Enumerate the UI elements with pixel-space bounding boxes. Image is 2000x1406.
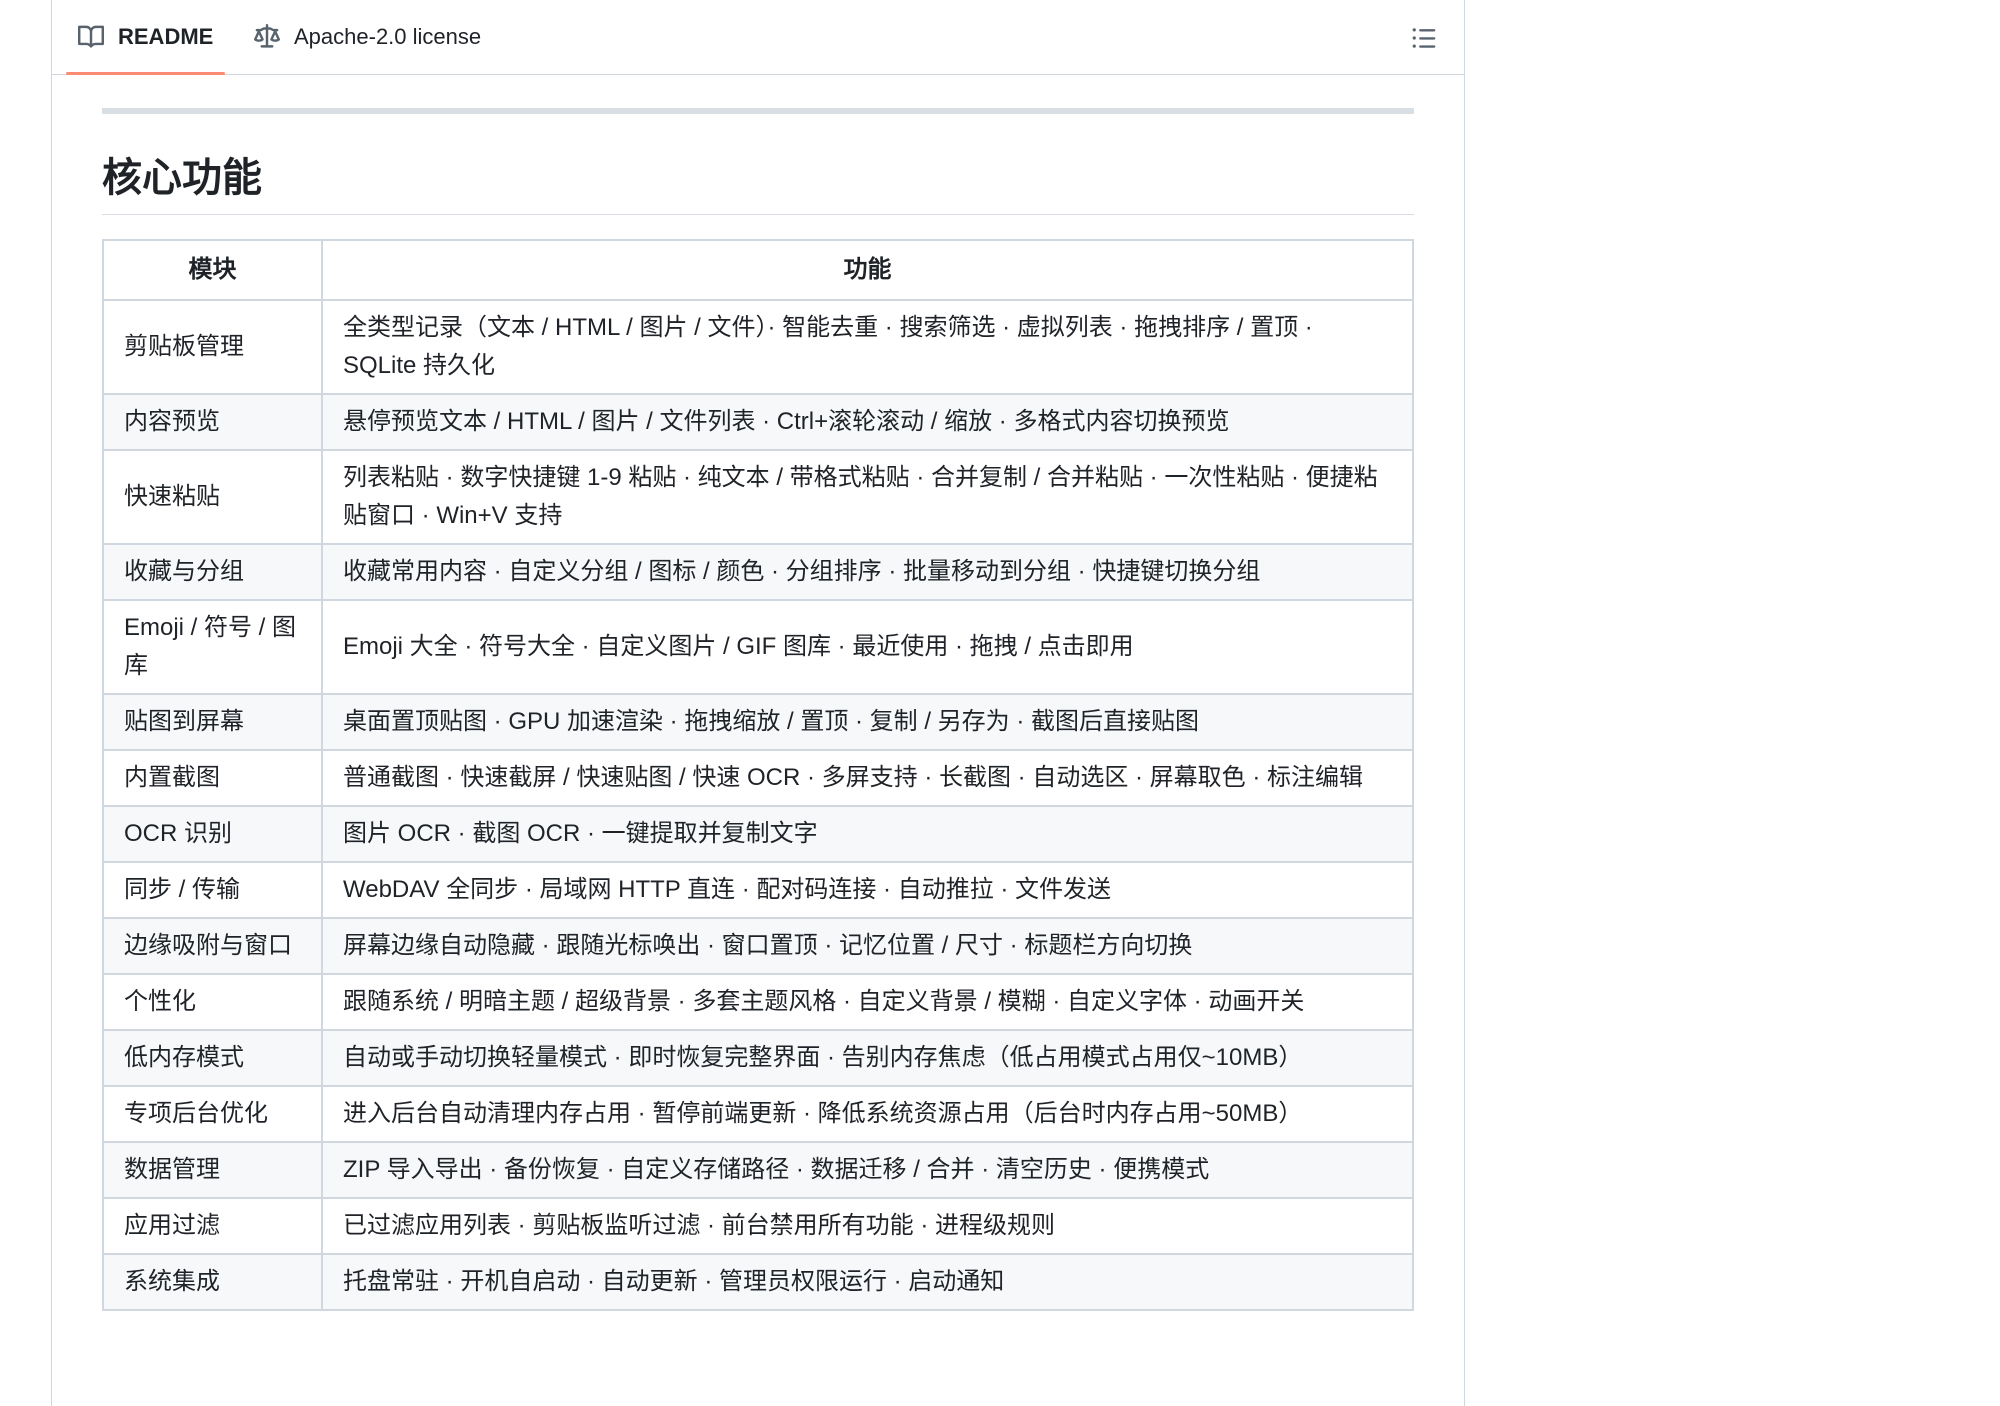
table-cell-module: 低内存模式: [102, 1029, 323, 1087]
table-cell-features: 图片 OCR · 截图 OCR · 一键提取并复制文字: [321, 805, 1414, 863]
table-cell-features: 已过滤应用列表 · 剪贴板监听过滤 · 前台禁用所有功能 · 进程级规则: [321, 1197, 1414, 1255]
table-cell-module: 边缘吸附与窗口: [102, 917, 323, 975]
table-header-module: 模块: [102, 239, 323, 301]
table-cell-module: 贴图到屏幕: [102, 693, 323, 751]
table-row: 贴图到屏幕 桌面置顶贴图 · GPU 加速渲染 · 拖拽缩放 / 置顶 · 复制 …: [102, 693, 1414, 751]
outline-button[interactable]: [1408, 22, 1440, 54]
table-cell-module: 内容预览: [102, 393, 323, 451]
table-cell-module: 快速粘贴: [102, 449, 323, 545]
law-icon: [254, 24, 280, 48]
table-row: 系统集成 托盘常驻 · 开机自启动 · 自动更新 · 管理员权限运行 · 启动通知: [102, 1253, 1414, 1311]
book-icon: [78, 25, 104, 48]
table-cell-features: 普通截图 · 快速截屏 / 快速贴图 / 快速 OCR · 多屏支持 · 长截图…: [321, 749, 1414, 807]
readme-panel: README Apache-2.0 license 核心功能 模块 功能 剪贴板…: [51, 0, 1465, 1406]
table-cell-module: 同步 / 传输: [102, 861, 323, 919]
table-cell-features: 自动或手动切换轻量模式 · 即时恢复完整界面 · 告别内存焦虑（低占用模式占用仅…: [321, 1029, 1414, 1087]
horizontal-rule: [102, 108, 1414, 114]
table-cell-features: 跟随系统 / 明暗主题 / 超级背景 · 多套主题风格 · 自定义背景 / 模糊…: [321, 973, 1414, 1031]
table-cell-module: 专项后台优化: [102, 1085, 323, 1143]
table-row: Emoji / 符号 / 图库 Emoji 大全 · 符号大全 · 自定义图片 /…: [102, 599, 1414, 695]
table-cell-features: 全类型记录（文本 / HTML / 图片 / 文件）· 智能去重 · 搜索筛选 …: [321, 299, 1414, 395]
table-row: 数据管理 ZIP 导入导出 · 备份恢复 · 自定义存储路径 · 数据迁移 / 合…: [102, 1141, 1414, 1199]
tab-license[interactable]: Apache-2.0 license: [242, 0, 493, 74]
features-table: 模块 功能 剪贴板管理 全类型记录（文本 / HTML / 图片 / 文件）· 智…: [102, 239, 1414, 1311]
table-cell-module: 收藏与分组: [102, 543, 323, 601]
table-row: 低内存模式 自动或手动切换轻量模式 · 即时恢复完整界面 · 告别内存焦虑（低占用…: [102, 1029, 1414, 1087]
table-cell-features: 进入后台自动清理内存占用 · 暂停前端更新 · 降低系统资源占用（后台时内存占用…: [321, 1085, 1414, 1143]
table-row: 同步 / 传输 WebDAV 全同步 · 局域网 HTTP 直连 · 配对码连接 …: [102, 861, 1414, 919]
readme-content: 核心功能 模块 功能 剪贴板管理 全类型记录（文本 / HTML / 图片 / 文…: [102, 108, 1414, 1311]
table-row: 剪贴板管理 全类型记录（文本 / HTML / 图片 / 文件）· 智能去重 · …: [102, 299, 1414, 395]
table-row: 边缘吸附与窗口 屏幕边缘自动隐藏 · 跟随光标唤出 · 窗口置顶 · 记忆位置 /…: [102, 917, 1414, 975]
table-row: OCR 识别 图片 OCR · 截图 OCR · 一键提取并复制文字: [102, 805, 1414, 863]
table-row: 专项后台优化 进入后台自动清理内存占用 · 暂停前端更新 · 降低系统资源占用（后…: [102, 1085, 1414, 1143]
table-cell-features: 桌面置顶贴图 · GPU 加速渲染 · 拖拽缩放 / 置顶 · 复制 / 另存为…: [321, 693, 1414, 751]
table-row: 应用过滤 已过滤应用列表 · 剪贴板监听过滤 · 前台禁用所有功能 · 进程级规则: [102, 1197, 1414, 1255]
readme-tabbar: README Apache-2.0 license: [52, 0, 1464, 75]
tab-readme-label: README: [118, 24, 214, 49]
table-row: 内置截图 普通截图 · 快速截屏 / 快速贴图 / 快速 OCR · 多屏支持 ·…: [102, 749, 1414, 807]
list-unordered-icon: [1412, 28, 1436, 48]
table-row: 内容预览 悬停预览文本 / HTML / 图片 / 文件列表 · Ctrl+滚轮滚…: [102, 393, 1414, 451]
section-heading: 核心功能: [102, 154, 1414, 215]
table-header-row: 模块 功能: [102, 239, 1414, 301]
table-cell-features: 列表粘贴 · 数字快捷键 1-9 粘贴 · 纯文本 / 带格式粘贴 · 合并复制…: [321, 449, 1414, 545]
table-cell-features: 收藏常用内容 · 自定义分组 / 图标 / 颜色 · 分组排序 · 批量移动到分…: [321, 543, 1414, 601]
table-cell-features: WebDAV 全同步 · 局域网 HTTP 直连 · 配对码连接 · 自动推拉 …: [321, 861, 1414, 919]
table-cell-module: 个性化: [102, 973, 323, 1031]
table-cell-module: 剪贴板管理: [102, 299, 323, 395]
table-cell-module: Emoji / 符号 / 图库: [102, 599, 323, 695]
table-cell-features: 屏幕边缘自动隐藏 · 跟随光标唤出 · 窗口置顶 · 记忆位置 / 尺寸 · 标…: [321, 917, 1414, 975]
table-cell-features: 悬停预览文本 / HTML / 图片 / 文件列表 · Ctrl+滚轮滚动 / …: [321, 393, 1414, 451]
table-cell-module: 应用过滤: [102, 1197, 323, 1255]
table-cell-module: 系统集成: [102, 1253, 323, 1311]
table-cell-features: Emoji 大全 · 符号大全 · 自定义图片 / GIF 图库 · 最近使用 …: [321, 599, 1414, 695]
table-header-features: 功能: [321, 239, 1414, 301]
table-cell-features: 托盘常驻 · 开机自启动 · 自动更新 · 管理员权限运行 · 启动通知: [321, 1253, 1414, 1311]
table-row: 收藏与分组 收藏常用内容 · 自定义分组 / 图标 / 颜色 · 分组排序 · 批…: [102, 543, 1414, 601]
table-cell-module: 数据管理: [102, 1141, 323, 1199]
table-row: 个性化 跟随系统 / 明暗主题 / 超级背景 · 多套主题风格 · 自定义背景 /…: [102, 973, 1414, 1031]
table-cell-module: 内置截图: [102, 749, 323, 807]
tab-readme[interactable]: README: [66, 0, 226, 75]
tab-license-label: Apache-2.0 license: [294, 24, 482, 49]
table-row: 快速粘贴 列表粘贴 · 数字快捷键 1-9 粘贴 · 纯文本 / 带格式粘贴 · …: [102, 449, 1414, 545]
table-cell-module: OCR 识别: [102, 805, 323, 863]
table-cell-features: ZIP 导入导出 · 备份恢复 · 自定义存储路径 · 数据迁移 / 合并 · …: [321, 1141, 1414, 1199]
